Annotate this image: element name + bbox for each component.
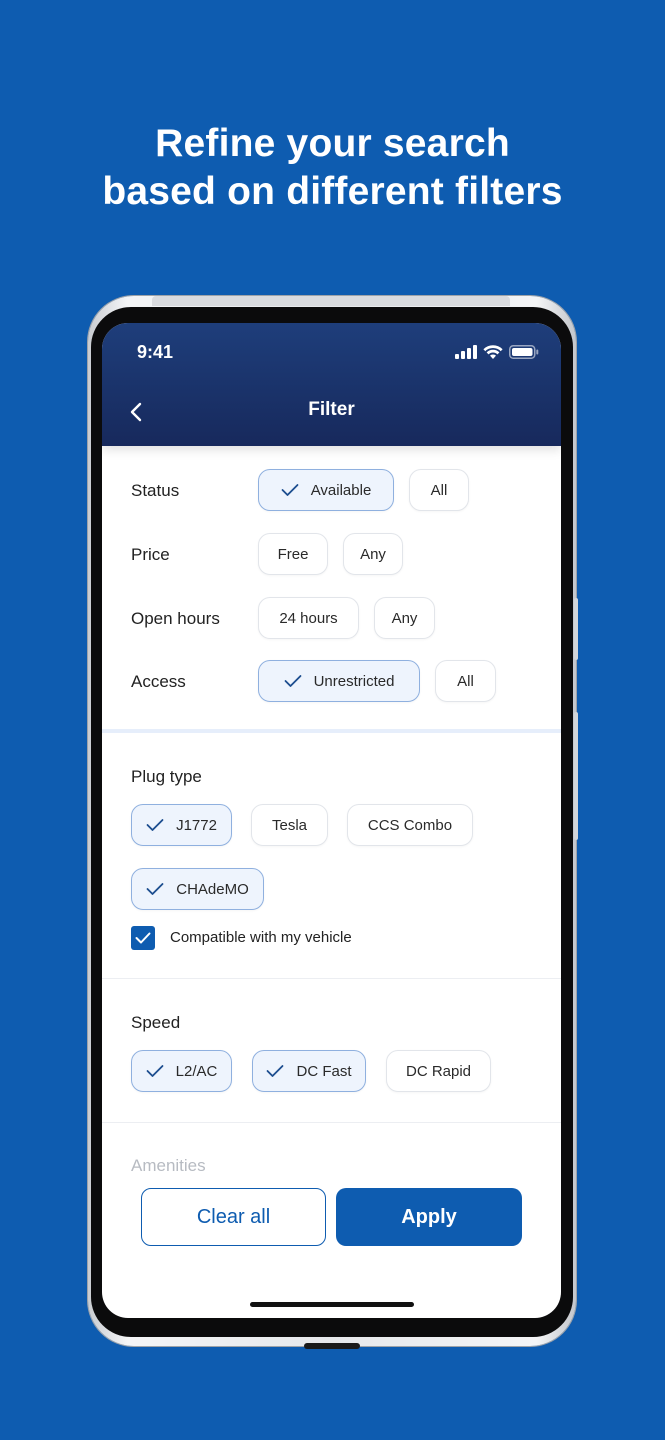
chip-access-unrestricted[interactable]: Unrestricted — [258, 660, 420, 702]
clear-all-button[interactable]: Clear all — [141, 1188, 326, 1246]
checkmark-icon — [135, 932, 151, 944]
chip-plug-j1772[interactable]: J1772 — [131, 804, 232, 846]
chip-access-all[interactable]: All — [435, 660, 496, 702]
chip-label: Free — [277, 545, 309, 563]
chip-speed-dc-rapid[interactable]: DC Rapid — [386, 1050, 491, 1092]
chip-open-hours-24[interactable]: 24 hours — [258, 597, 359, 639]
chip-label: All — [430, 481, 448, 499]
check-icon — [281, 484, 299, 496]
promo-headline: Refine your search based on different fi… — [0, 120, 665, 216]
speed-title: Speed — [131, 1013, 181, 1032]
chip-status-all[interactable]: All — [409, 469, 469, 511]
chip-speed-l2ac[interactable]: L2/AC — [131, 1050, 232, 1092]
check-icon — [267, 1065, 284, 1077]
section-divider — [102, 729, 561, 733]
apply-button[interactable]: Apply — [336, 1188, 522, 1246]
wifi-icon — [483, 344, 503, 359]
status-label: Status — [131, 481, 180, 500]
plug-type-title: Plug type — [131, 767, 202, 786]
access-label: Access — [131, 672, 186, 691]
chip-label: DC Rapid — [405, 1062, 472, 1080]
chip-plug-ccs-combo[interactable]: CCS Combo — [347, 804, 473, 846]
check-icon — [146, 819, 164, 831]
home-indicator[interactable] — [250, 1302, 414, 1307]
chip-label: J1772 — [176, 816, 217, 834]
check-icon — [146, 883, 164, 895]
chip-plug-chademo[interactable]: CHAdeMO — [131, 868, 264, 910]
status-icons — [455, 344, 539, 359]
chip-speed-dc-fast[interactable]: DC Fast — [252, 1050, 366, 1092]
cellular-signal-icon — [455, 345, 477, 359]
check-icon — [146, 1065, 164, 1077]
check-icon — [284, 675, 301, 687]
chip-label: Tesla — [271, 816, 308, 834]
compatible-vehicle-label: Compatible with my vehicle — [170, 929, 352, 946]
chip-label: DC Fast — [296, 1062, 352, 1080]
compatible-vehicle-checkbox[interactable] — [131, 926, 155, 950]
chip-label: 24 hours — [279, 609, 338, 627]
chip-status-available[interactable]: Available — [258, 469, 394, 511]
section-divider — [102, 978, 561, 979]
chip-plug-tesla[interactable]: Tesla — [251, 804, 328, 846]
app-header: 9:41 Filter — [102, 323, 561, 446]
price-label: Price — [131, 545, 170, 564]
chip-label: CHAdeMO — [176, 880, 249, 898]
phone-volume-button — [574, 598, 578, 660]
promo-headline-line2: based on different filters — [102, 170, 563, 213]
phone-side-button — [574, 712, 578, 840]
chip-label: CCS Combo — [367, 816, 453, 834]
open-hours-label: Open hours — [131, 609, 220, 628]
promo-headline-line1: Refine your search — [155, 122, 510, 165]
page-title: Filter — [308, 399, 355, 420]
chip-price-free[interactable]: Free — [258, 533, 328, 575]
chip-label: All — [457, 672, 474, 690]
battery-icon — [509, 345, 539, 359]
chip-label: Unrestricted — [313, 672, 395, 690]
chip-label: Any — [391, 609, 418, 627]
phone-top-edge — [152, 296, 510, 306]
chip-label: Available — [310, 481, 372, 499]
chip-open-hours-any[interactable]: Any — [374, 597, 435, 639]
chip-label: L2/AC — [175, 1062, 218, 1080]
section-divider — [102, 1122, 561, 1123]
chip-label: Any — [360, 545, 386, 563]
phone-port — [304, 1343, 360, 1349]
chip-price-any[interactable]: Any — [343, 533, 403, 575]
amenities-title: Amenities — [131, 1156, 206, 1175]
status-time: 9:41 — [137, 342, 174, 362]
app-screen: 9:41 Filter Status Available All Price F… — [102, 323, 561, 1318]
